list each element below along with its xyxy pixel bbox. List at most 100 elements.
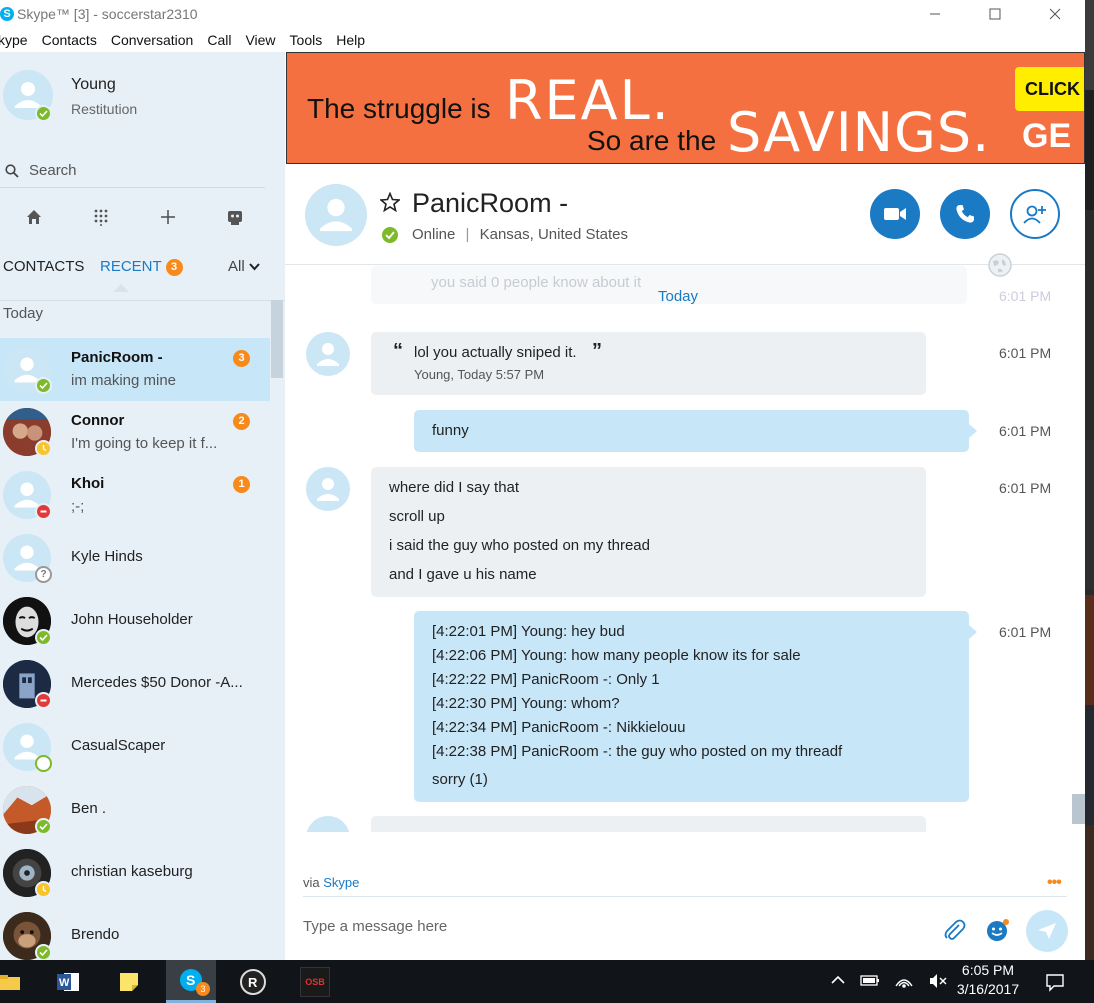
log-line: [4:22:38 PM] PanicRoom -: the guy who po… [432,743,843,760]
search-input[interactable]: Search [29,162,77,179]
contact-name: Brendo [71,926,120,943]
status-away-icon [35,881,52,898]
taskbar-file-explorer[interactable] [0,960,35,1003]
recent-item-panicroom[interactable]: PanicRoom - im making mine 3 [0,338,270,401]
message-line: and I gave u his name [389,566,537,583]
profile-name: Young [71,76,116,93]
message-input[interactable]: Type a message here [303,918,447,935]
audio-call-button[interactable] [940,189,990,239]
location-text: Kansas, United States [479,226,629,243]
menu-help[interactable]: Help [336,32,365,48]
menu-view[interactable]: View [245,32,275,48]
tab-contacts[interactable]: CONTACTS [3,258,84,275]
taskbar-osb[interactable]: OSB [290,960,340,1003]
message-line: scroll up [389,508,445,525]
contact-name: Connor [71,412,125,429]
maximize-icon [989,8,1001,20]
message-bubble-incoming[interactable]: where did I say that scroll up i said th… [371,467,926,597]
via-skype-link[interactable]: Skype [323,875,359,890]
chat-status: Online | Kansas, United States [412,226,628,243]
message-bubble-quote[interactable]: “ lol you actually sniped it. ” Young, T… [371,332,926,395]
message-list[interactable]: you said 0 people know about it Today 6:… [285,266,1085,832]
recent-item-connor[interactable]: Connor I'm going to keep it f... 2 [0,401,270,464]
last-message: im making mine [71,372,177,389]
ad-cta-button[interactable]: CLICK T [1015,67,1084,111]
today-link[interactable]: Today [658,288,698,305]
chevron-up-icon[interactable] [830,972,846,988]
recent-item-john-householder[interactable]: John Householder [0,590,270,653]
sender-avatar[interactable] [306,332,350,376]
menu-call[interactable]: Call [207,32,231,48]
title-bar: S Skype™ [3] - soccerstar2310 [0,0,1085,28]
volume-mute-icon[interactable] [928,972,948,990]
video-call-button[interactable] [870,189,920,239]
recent-item-casualscaper[interactable]: CasualScaper [0,716,270,779]
emoticon-icon[interactable] [985,917,1011,943]
r-app-icon: R [240,968,266,995]
taskbar-clock[interactable]: 6:05 PM 3/16/2017 [950,960,1026,997]
taskbar-skype[interactable]: S 3 [166,960,216,1003]
recent-item-brendo[interactable]: Brendo [0,905,270,960]
recent-item-khoi[interactable]: Khoi ;-; 1 [0,464,270,527]
taskbar-word[interactable]: W [43,960,93,1003]
maximize-button[interactable] [965,0,1025,28]
add-icon[interactable] [160,209,176,225]
home-icon[interactable] [25,208,43,226]
profile[interactable]: Young Restitution [0,52,285,122]
action-center-button[interactable] [1030,960,1080,1003]
menu-skype[interactable]: kype [0,32,28,48]
favorite-star-icon[interactable] [378,191,402,218]
attach-paperclip-icon[interactable] [942,917,966,943]
contact-name: John Householder [71,611,193,628]
status-separator: | [465,226,470,243]
menu-conversation[interactable]: Conversation [111,32,194,48]
message-scrollbar[interactable] [1072,794,1085,824]
recent-item-ben[interactable]: Ben . [0,779,270,842]
bot-icon[interactable] [225,208,245,226]
sender-avatar[interactable] [306,467,350,511]
menu-contacts[interactable]: Contacts [42,32,97,48]
message-bubble-outgoing[interactable]: funny [414,410,977,452]
dialpad-icon[interactable] [92,208,110,226]
filter-dropdown[interactable]: All [228,258,260,275]
status-busy-icon [35,503,52,520]
tab-recent[interactable]: RECENT 3 [100,258,183,276]
unread-badge: 1 [233,476,250,493]
sidebar-scrollbar[interactable] [271,300,283,378]
message-time: 6:01 PM [999,423,1052,439]
chat-avatar[interactable] [305,184,367,246]
ad-banner[interactable]: The struggle is REAL. So are the SAVINGS… [286,52,1085,164]
battery-icon[interactable] [860,972,880,988]
add-participant-button[interactable] [1010,189,1060,239]
minimize-button[interactable] [905,0,965,28]
taskbar-app-r[interactable]: R [228,960,278,1003]
send-button[interactable] [1026,910,1068,952]
contact-name: Khoi [71,475,105,492]
sender-avatar[interactable] [306,816,350,832]
recent-count-badge: 3 [165,259,183,276]
system-tray [830,972,948,990]
taskbar-sticky-notes[interactable] [104,960,154,1003]
profile-mood[interactable]: Restitution [71,101,137,117]
recent-item-kyle-hinds[interactable]: ? Kyle Hinds [0,527,270,590]
folder-icon [0,974,20,990]
search-box[interactable]: Search [0,154,265,188]
recent-item-christian-kaseburg[interactable]: christian kaseburg [0,842,270,905]
wifi-icon[interactable] [894,972,914,990]
chat-title: PanicRoom - [412,188,569,218]
message-bubble-outgoing-log[interactable]: [4:22:01 PM] Young: hey bud [4:22:06 PM]… [414,611,977,802]
person-icon [317,343,339,366]
chevron-down-icon [249,263,260,271]
close-button[interactable] [1025,0,1085,28]
recent-item-mercedes[interactable]: Mercedes $50 Donor -A... [0,653,270,716]
status-unknown-icon: ? [35,566,52,583]
ad-line2: So are the [587,125,717,156]
more-options-icon[interactable]: ••• [1047,874,1062,892]
sidebar-nav [0,200,270,234]
sidebar-tabs: CONTACTS RECENT 3 All [0,258,270,278]
message-bubble[interactable] [371,816,926,832]
clock-date: 3/16/2017 [956,981,1020,997]
send-arrow-icon [1038,923,1056,939]
menu-tools[interactable]: Tools [290,32,323,48]
person-icon [319,198,353,232]
